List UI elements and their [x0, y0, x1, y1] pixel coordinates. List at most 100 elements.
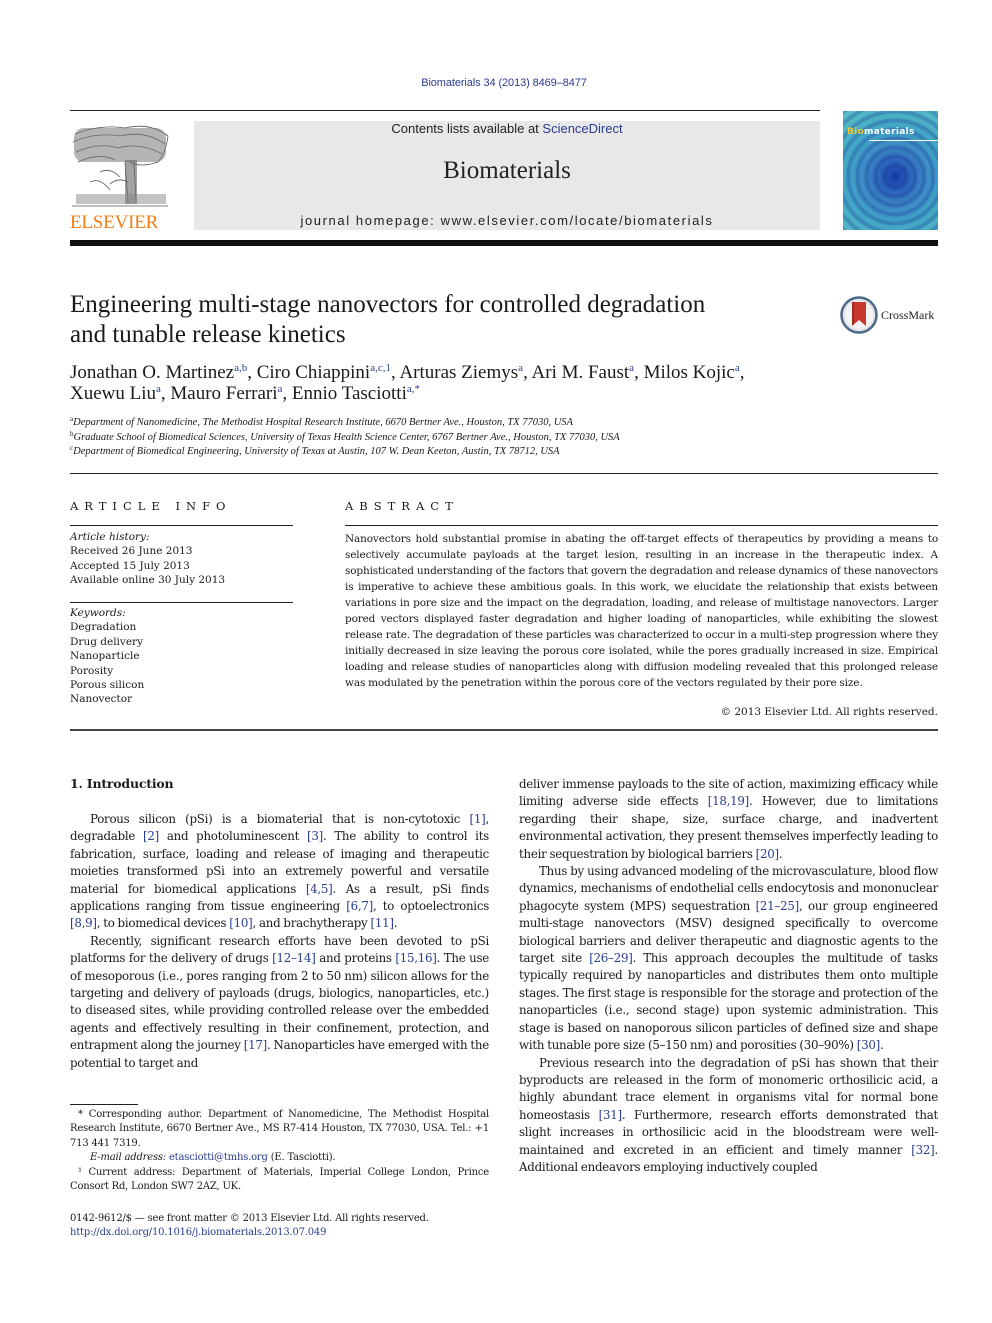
keywords: Keywords: Degradation Drug delivery Nano… — [70, 606, 293, 707]
author[interactable]: Ari M. Fausta — [532, 362, 635, 383]
body-text: , and brachytherapy — [252, 916, 371, 931]
homepage-prefix: journal homepage: — [300, 213, 441, 228]
body-text: Porous silicon (pSi) is a biomaterial th… — [90, 812, 470, 826]
author-affiliation-marker[interactable]: a,c,1 — [370, 362, 391, 374]
citation-link[interactable]: [18,19] — [708, 794, 749, 808]
affiliation: bGraduate School of Biomedical Sciences,… — [70, 429, 620, 443]
keyword: Degradation — [70, 621, 137, 634]
author[interactable]: Arturas Ziemysa — [399, 362, 523, 383]
keyword: Nanoparticle — [70, 650, 140, 663]
email-link[interactable]: etasciotti@tmhs.org — [169, 1152, 268, 1163]
author-affiliation-marker[interactable]: a,* — [407, 383, 420, 395]
body-paragraph: Recently, significant research efforts h… — [70, 933, 489, 1072]
crossmark-icon — [840, 296, 878, 334]
footnote-email: E-mail address: etasciotti@tmhs.org (E. … — [90, 1152, 336, 1164]
citation-link[interactable]: [10] — [229, 916, 252, 930]
footnote-divider — [70, 1104, 138, 1105]
footnote-corresponding-author: * Corresponding author. Department of Na… — [70, 1109, 489, 1149]
crossmark-label: CrossMark — [881, 308, 935, 322]
body-text: and photoluminescent — [158, 829, 307, 844]
article-title: Engineering multi-stage nanovectors for … — [70, 290, 810, 350]
issn-line: 0142-9612/$ — see front matter © 2013 El… — [70, 1213, 429, 1224]
footnote-current-address: ¹ Current address: Department of Materia… — [70, 1166, 489, 1193]
affiliation: cDepartment of Biomedical Engineering, U… — [70, 444, 560, 458]
body-paragraph: Previous research into the degradation o… — [519, 1055, 938, 1177]
keywords-label: Keywords: — [70, 607, 126, 619]
citation-link[interactable]: [6,7] — [346, 899, 373, 913]
abstract-copyright: © 2013 Elsevier Ltd. All rights reserved… — [720, 706, 938, 718]
body-text: . — [778, 846, 783, 861]
cover-title: Biomaterials — [847, 127, 915, 137]
keyword: Porosity — [70, 664, 114, 677]
citation-link[interactable]: [32] — [911, 1143, 934, 1157]
body-text: , to biomedical devices — [96, 916, 230, 931]
body-paragraph: Porous silicon (pSi) is a biomaterial th… — [70, 811, 489, 933]
article-info-heading: ARTICLE INFO — [70, 499, 232, 513]
author[interactable]: Milos Kojica — [644, 362, 740, 383]
author-list: Jonathan O. Martineza,b, Ciro Chiappinia… — [70, 362, 745, 404]
journal-masthead: Contents lists available at ScienceDirec… — [194, 121, 820, 230]
contents-line: Contents lists available at ScienceDirec… — [194, 121, 820, 136]
citation-link[interactable]: [20] — [756, 847, 779, 861]
divider — [70, 525, 293, 526]
doi-link[interactable]: http://dx.doi.org/10.1016/j.biomaterials… — [70, 1226, 510, 1240]
keyword: Nanovector — [70, 693, 133, 706]
citation-link[interactable]: [8,9] — [70, 916, 97, 930]
affiliations: aDepartment of Nanomedicine, The Methodi… — [70, 416, 940, 460]
body-text: . — [879, 1038, 884, 1053]
citation-link[interactable]: [15,16] — [395, 951, 436, 965]
divider — [70, 473, 938, 474]
contents-prefix: Contents lists available at — [391, 121, 543, 136]
divider — [70, 602, 293, 603]
journal-citation-link[interactable]: Biomaterials 34 (2013) 8469–8477 — [0, 77, 992, 89]
header-thick-rule — [70, 240, 938, 246]
body-column-left: Porous silicon (pSi) is a biomaterial th… — [70, 811, 489, 1072]
affiliation: aDepartment of Nanomedicine, The Methodi… — [70, 415, 573, 429]
author[interactable]: Xuewu Liua — [70, 383, 161, 404]
body-paragraph: deliver immense payloads to the site of … — [519, 776, 938, 863]
divider — [345, 525, 938, 526]
abstract-text: Nanovectors hold substantial promise in … — [345, 533, 938, 689]
citation-link[interactable]: [17] — [244, 1038, 267, 1052]
author[interactable]: Ciro Chiappinia,c,1 — [257, 362, 391, 383]
author-affiliation-marker[interactable]: a,b — [234, 362, 247, 374]
sciencedirect-link[interactable]: ScienceDirect — [542, 121, 622, 136]
body-text: and proteins — [315, 951, 396, 966]
author[interactable]: Jonathan O. Martineza,b — [70, 362, 247, 383]
title-line-2: and tunable release kinetics — [70, 321, 346, 348]
footnotes: * Corresponding author. Department of Na… — [70, 1108, 489, 1194]
citation-link[interactable]: [4,5] — [306, 882, 333, 896]
crossmark-badge[interactable]: CrossMark — [840, 296, 940, 334]
body-text: , to optoelectronics — [372, 899, 489, 914]
divider — [70, 729, 938, 731]
abstract-heading: ABSTRACT — [345, 499, 459, 513]
citation-link[interactable]: [3] — [307, 829, 323, 843]
article-history-label: Article history: — [70, 531, 150, 543]
keyword: Drug delivery — [70, 635, 144, 648]
homepage-url-link[interactable]: www.elsevier.com/locate/biomaterials — [441, 213, 714, 228]
citation-link[interactable]: [11] — [370, 916, 393, 930]
author[interactable]: Mauro Ferraria — [170, 383, 282, 404]
citation-link[interactable]: [1] — [470, 812, 486, 826]
history-received: Received 26 June 2013 — [70, 545, 193, 558]
article-history: Article history: Received 26 June 2013 A… — [70, 530, 293, 588]
body-text: . This approach decouples the multitude … — [519, 951, 938, 1053]
citation-link[interactable]: [26–29] — [589, 951, 633, 965]
body-column-right: deliver immense payloads to the site of … — [519, 776, 938, 1176]
citation-link[interactable]: [30] — [857, 1038, 880, 1052]
citation-link[interactable]: [31] — [599, 1108, 622, 1122]
citation-link[interactable]: [12–14] — [272, 951, 316, 965]
author[interactable]: Ennio Tasciottia,* — [292, 383, 420, 404]
citation-link[interactable]: [21–25] — [756, 899, 800, 913]
section-heading-introduction: 1. Introduction — [70, 776, 174, 791]
elsevier-tree-icon — [70, 122, 170, 210]
keyword: Porous silicon — [70, 679, 145, 692]
title-line-1: Engineering multi-stage nanovectors for … — [70, 291, 706, 318]
elsevier-wordmark: ELSEVIER — [70, 212, 159, 233]
citation-link[interactable]: [2] — [143, 829, 159, 843]
body-paragraph: Thus by using advanced modeling of the m… — [519, 863, 938, 1054]
journal-cover-thumbnail[interactable]: Biomaterials — [843, 111, 938, 230]
history-online: Available online 30 July 2013 — [70, 574, 226, 587]
elsevier-logo[interactable]: ELSEVIER — [70, 122, 170, 234]
cover-title-underline — [869, 140, 938, 141]
